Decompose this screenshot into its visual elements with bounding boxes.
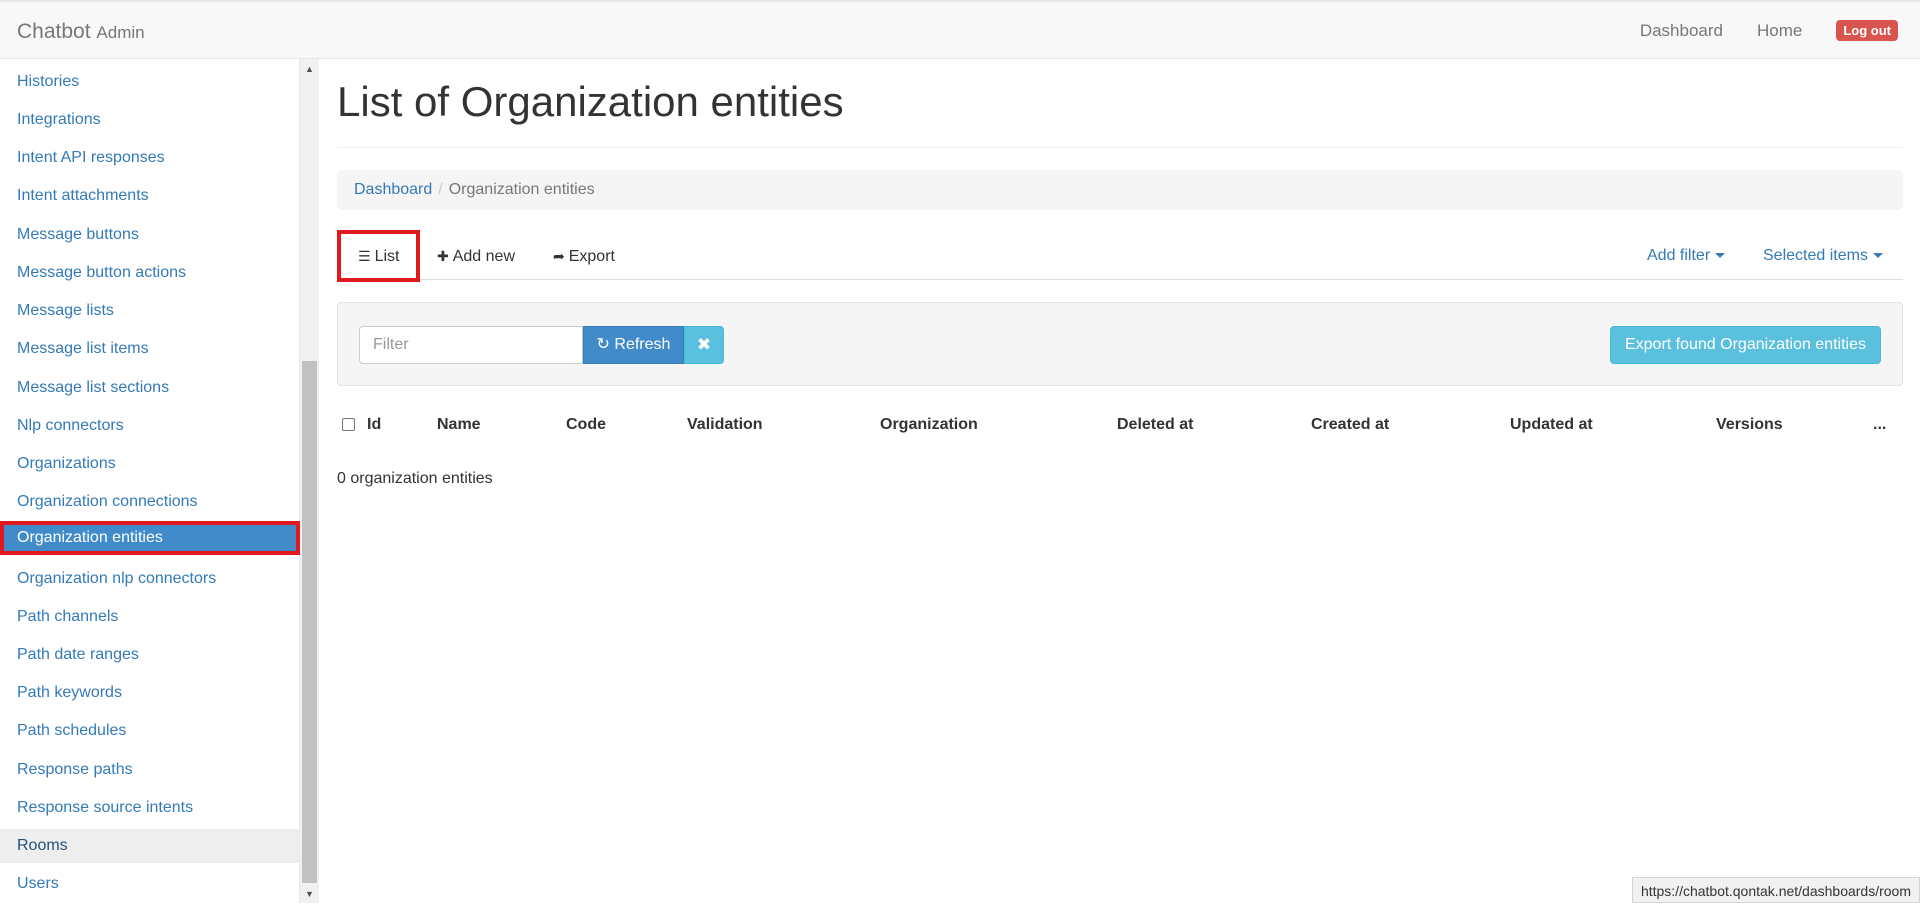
close-icon: ✖ <box>696 335 712 354</box>
tab-add-new-label: Add new <box>452 248 515 265</box>
sidebar-item-histories[interactable]: Histories <box>0 65 300 99</box>
sidebar-item-organization-entities[interactable]: Organization entities <box>0 521 300 555</box>
chevron-down-icon <box>1715 253 1726 259</box>
sidebar-item-rooms[interactable]: Rooms <box>0 829 300 863</box>
column-header-name[interactable]: Name <box>437 416 481 434</box>
sidebar-item-users[interactable]: Users <box>0 867 300 901</box>
add-filter-label: Add filter <box>1647 247 1711 264</box>
clear-filter-button[interactable]: ✖ <box>684 326 724 364</box>
brand-subtitle[interactable]: Admin <box>96 23 144 42</box>
column-header-deleted-at[interactable]: Deleted at <box>1117 416 1193 434</box>
sidebar-item-path-keywords[interactable]: Path keywords <box>0 676 300 710</box>
filter-input[interactable] <box>359 326 583 364</box>
export-found-button[interactable]: Export found Organization entities <box>1609 326 1881 364</box>
column-header-validation[interactable]: Validation <box>687 416 763 434</box>
sidebar-item-path-channels[interactable]: Path channels <box>0 600 300 634</box>
tab-export-label: Export <box>568 248 615 265</box>
breadcrumb-separator: / <box>438 181 443 198</box>
refresh-button[interactable]: ↻ Refresh <box>583 326 684 364</box>
column-header-code[interactable]: Code <box>566 416 606 434</box>
list-icon: ☰ <box>358 248 371 264</box>
scroll-up-arrow-icon[interactable]: ▲ <box>300 61 319 78</box>
sidebar-item-response-source-intents[interactable]: Response source intents <box>0 791 300 825</box>
sidebar-item-message-buttons[interactable]: Message buttons <box>0 218 300 252</box>
sidebar-item-path-date-ranges[interactable]: Path date ranges <box>0 638 300 672</box>
breadcrumb: Dashboard / Organization entities <box>337 170 1903 210</box>
column-header-updated-at[interactable]: Updated at <box>1510 416 1593 434</box>
column-header-organization[interactable]: Organization <box>880 416 978 434</box>
scrollbar-thumb[interactable] <box>302 361 317 883</box>
sidebar-item-intent-attachments[interactable]: Intent attachments <box>0 179 300 213</box>
refresh-icon: ↻ <box>596 336 610 353</box>
sidebar-item-message-list-sections[interactable]: Message list sections <box>0 371 300 405</box>
brand[interactable]: Chatbot Admin <box>17 20 145 44</box>
sidebar-item-message-list-items[interactable]: Message list items <box>0 332 300 366</box>
top-navbar: Chatbot Admin Dashboard Home Log out <box>0 0 1920 59</box>
select-all-checkbox[interactable] <box>342 418 355 431</box>
navbar-right: Dashboard Home Log out <box>1640 2 1920 59</box>
status-bar-url: https://chatbot.qontak.net/dashboards/ro… <box>1631 877 1920 903</box>
sidebar-scrollbar[interactable]: ▲ ▼ <box>300 59 319 903</box>
result-count: 0 organization entities <box>337 470 493 487</box>
sidebar-item-integrations[interactable]: Integrations <box>0 103 300 137</box>
page-title: List of Organization entities <box>337 78 844 125</box>
tab-list-label: List <box>374 248 400 265</box>
tab-add-new[interactable]: ✚ Add new <box>437 230 515 282</box>
sidebar-item-nlp-connectors[interactable]: Nlp connectors <box>0 409 300 443</box>
refresh-label: Refresh <box>614 336 671 353</box>
share-icon: ➦ <box>553 248 565 264</box>
add-filter-dropdown[interactable]: Add filter <box>1647 230 1726 282</box>
filter-panel: ↻ Refresh ✖ Export found Organization en… <box>337 302 1903 386</box>
column-header-versions[interactable]: Versions <box>1716 416 1783 434</box>
sidebar-item-organizations[interactable]: Organizations <box>0 447 300 481</box>
sidebar-item-message-lists[interactable]: Message lists <box>0 294 300 328</box>
breadcrumb-current: Organization entities <box>448 181 595 198</box>
scroll-down-arrow-icon[interactable]: ▼ <box>300 886 319 903</box>
sidebar-item-intent-api-responses[interactable]: Intent API responses <box>0 141 300 175</box>
breadcrumb-dashboard-link[interactable]: Dashboard <box>354 181 432 198</box>
nav-home-link[interactable]: Home <box>1757 21 1802 41</box>
selected-items-label: Selected items <box>1763 247 1868 264</box>
chevron-down-icon <box>1872 253 1883 259</box>
brand-title[interactable]: Chatbot <box>17 20 91 43</box>
sidebar-item-path-schedules[interactable]: Path schedules <box>0 714 300 748</box>
selected-items-dropdown[interactable]: Selected items <box>1763 230 1883 282</box>
sidebar: Histories Integrations Intent API respon… <box>0 59 300 903</box>
sidebar-item-organization-nlp-connectors[interactable]: Organization nlp connectors <box>0 562 300 596</box>
sidebar-item-message-button-actions[interactable]: Message button actions <box>0 256 300 290</box>
column-header-created-at[interactable]: Created at <box>1311 416 1389 434</box>
sidebar-item-response-paths[interactable]: Response paths <box>0 753 300 787</box>
nav-dashboard-link[interactable]: Dashboard <box>1640 21 1723 41</box>
tab-export[interactable]: ➦ Export <box>553 230 615 282</box>
column-header-id[interactable]: Id <box>367 416 381 434</box>
logout-button[interactable]: Log out <box>1836 20 1898 41</box>
tab-list[interactable]: ☰ List <box>337 230 421 282</box>
title-divider <box>337 147 1903 148</box>
plus-icon: ✚ <box>437 248 449 264</box>
column-header-actions: ... <box>1873 416 1887 433</box>
sidebar-item-organization-connections[interactable]: Organization connections <box>0 485 300 519</box>
